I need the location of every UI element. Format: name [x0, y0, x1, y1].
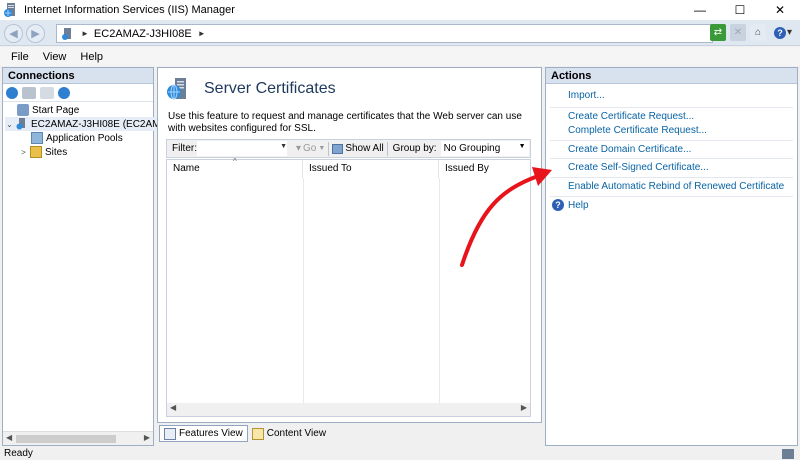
- group-by-value: No Grouping: [443, 143, 501, 154]
- action-complete-certificate-request[interactable]: Complete Certificate Request...: [568, 125, 707, 136]
- server-icon: [61, 27, 75, 41]
- server-certificates-icon: [166, 76, 192, 102]
- scroll-left-icon[interactable]: ◀: [6, 433, 12, 442]
- address-bar: ◀ ▶ ► EC2AMAZ-J3HI08E ► ⇄ ✕ ⌂ ? ▾: [0, 20, 800, 46]
- breadcrumb[interactable]: ► EC2AMAZ-J3HI08E ►: [56, 24, 713, 43]
- show-all-icon: [332, 143, 344, 154]
- show-all-label: Show All: [345, 143, 384, 154]
- feature-panel: Server Certificates Use this feature to …: [157, 67, 542, 446]
- tab-content-view[interactable]: Content View: [248, 425, 330, 442]
- sites-folder-icon: [30, 146, 42, 158]
- menu-bar: File View Help: [0, 47, 800, 66]
- actions-panel: Actions Import... Create Certificate Req…: [545, 67, 798, 446]
- group-by-select[interactable]: No Grouping ▼: [440, 141, 529, 156]
- list-horizontal-scrollbar[interactable]: ◀ ▶: [167, 403, 530, 416]
- start-page-icon: [17, 104, 29, 116]
- action-help[interactable]: Help: [568, 200, 589, 211]
- tab-features-view[interactable]: Features View: [159, 425, 248, 442]
- action-import[interactable]: Import...: [568, 90, 605, 101]
- expander-icon[interactable]: >: [19, 148, 28, 157]
- column-header-name[interactable]: ^ Name: [167, 157, 303, 178]
- chevron-down-icon: ▼: [318, 145, 326, 152]
- action-create-domain-certificate[interactable]: Create Domain Certificate...: [568, 144, 691, 155]
- feature-description: Use this feature to request and manage c…: [168, 111, 522, 134]
- home-icon[interactable]: ⌂: [750, 24, 766, 41]
- view-tabs: Features View Content View: [159, 425, 330, 442]
- breadcrumb-arrow-icon: ►: [81, 29, 89, 38]
- menu-view[interactable]: View: [36, 51, 74, 63]
- tree-item-application-pools[interactable]: Application Pools: [31, 131, 123, 145]
- tree-item-start-page[interactable]: Start Page: [17, 103, 79, 117]
- tree-item-label: Start Page: [32, 104, 80, 116]
- arrow-left-icon: ◀: [9, 28, 18, 40]
- certificates-list[interactable]: ^ Name Issued To Issued By ◀ ▶: [166, 157, 531, 417]
- help-icon[interactable]: ?: [552, 199, 564, 211]
- status-text: Ready: [4, 448, 33, 459]
- save-icon[interactable]: [22, 86, 36, 99]
- menu-file[interactable]: File: [4, 51, 36, 63]
- tree-item-server[interactable]: ⌄ EC2AMAZ-J3HI08E (EC2AMAZ: [5, 117, 180, 131]
- funnel-icon: ▾: [296, 143, 302, 154]
- breadcrumb-server[interactable]: EC2AMAZ-J3HI08E: [94, 28, 192, 40]
- sort-up-icon: ^: [233, 157, 237, 166]
- arrow-right-icon: ▶: [31, 28, 40, 40]
- go-button[interactable]: ▾ Go ▼: [296, 143, 325, 154]
- column-header-issued-to[interactable]: Issued To: [303, 160, 439, 178]
- close-button[interactable]: ✕: [760, 0, 800, 20]
- window-title: Internet Information Services (IIS) Mana…: [24, 4, 235, 16]
- connections-header: Connections: [3, 68, 153, 84]
- connections-horizontal-scrollbar[interactable]: ◀ ▶: [3, 431, 153, 445]
- show-all-button[interactable]: Show All: [332, 143, 384, 154]
- filter-label: Filter:: [172, 143, 197, 154]
- action-create-self-signed-certificate[interactable]: Create Self-Signed Certificate...: [568, 162, 709, 173]
- chevron-down-icon: ▾: [786, 27, 793, 38]
- features-view-icon: [164, 427, 176, 440]
- expander-icon[interactable]: ⌄: [5, 120, 14, 129]
- refresh-icon[interactable]: ⇄: [710, 24, 726, 41]
- actions-header: Actions: [546, 68, 797, 84]
- maximize-button[interactable]: ☐: [720, 0, 760, 20]
- server-icon: [16, 118, 28, 130]
- iis-app-icon: [3, 2, 19, 18]
- help-icon[interactable]: ? ▾: [770, 24, 796, 41]
- stop-icon[interactable]: ✕: [730, 24, 746, 41]
- chevron-down-icon: ▼: [518, 143, 526, 150]
- feature-content: Server Certificates Use this feature to …: [157, 67, 542, 423]
- connections-panel: Connections Start Page ⌄ EC2AMAZ-J3HI08E…: [2, 67, 180, 446]
- menu-help[interactable]: Help: [73, 51, 110, 63]
- tree-item-label: Application Pools: [46, 132, 123, 144]
- back-button[interactable]: ◀: [4, 24, 23, 43]
- breadcrumb-arrow-icon[interactable]: ►: [198, 29, 206, 38]
- scroll-left-icon[interactable]: ◀: [170, 403, 176, 412]
- application-pools-icon: [31, 132, 43, 144]
- group-by-label: Group by:: [392, 143, 437, 154]
- column-header-issued-by[interactable]: Issued By: [439, 160, 529, 178]
- filter-input[interactable]: ▼: [197, 141, 287, 156]
- minimize-button[interactable]: —: [680, 0, 720, 20]
- action-enable-automatic-rebind[interactable]: Enable Automatic Rebind of Renewed Certi…: [568, 181, 784, 192]
- scroll-right-icon[interactable]: ▶: [521, 403, 527, 412]
- scroll-right-icon[interactable]: ▶: [144, 433, 150, 442]
- status-bar: Ready: [0, 448, 800, 460]
- tree-item-label: EC2AMAZ-J3HI08E (EC2AMAZ: [31, 118, 174, 130]
- chevron-down-icon[interactable]: ▼: [280, 143, 287, 150]
- page-title: Server Certificates: [204, 80, 336, 97]
- list-header: ^ Name Issued To Issued By: [167, 157, 530, 178]
- title-bar: Internet Information Services (IIS) Mana…: [0, 0, 800, 20]
- go-label: Go: [303, 143, 317, 154]
- action-create-certificate-request[interactable]: Create Certificate Request...: [568, 111, 694, 122]
- content-view-icon: [251, 427, 264, 440]
- connections-toolbar: [3, 84, 153, 102]
- connect-icon[interactable]: [6, 86, 18, 99]
- forward-button[interactable]: ▶: [26, 24, 45, 43]
- scroll-thumb[interactable]: [16, 435, 116, 443]
- network-icon: [782, 449, 794, 459]
- filter-bar: Filter: ▼ ▾ Go ▼ Show All Group by: No G…: [166, 139, 531, 158]
- tree-item-sites[interactable]: > Sites: [19, 145, 67, 159]
- tree-item-label: Sites: [45, 146, 68, 158]
- disconnect-icon[interactable]: [58, 86, 70, 99]
- up-icon[interactable]: [40, 86, 54, 99]
